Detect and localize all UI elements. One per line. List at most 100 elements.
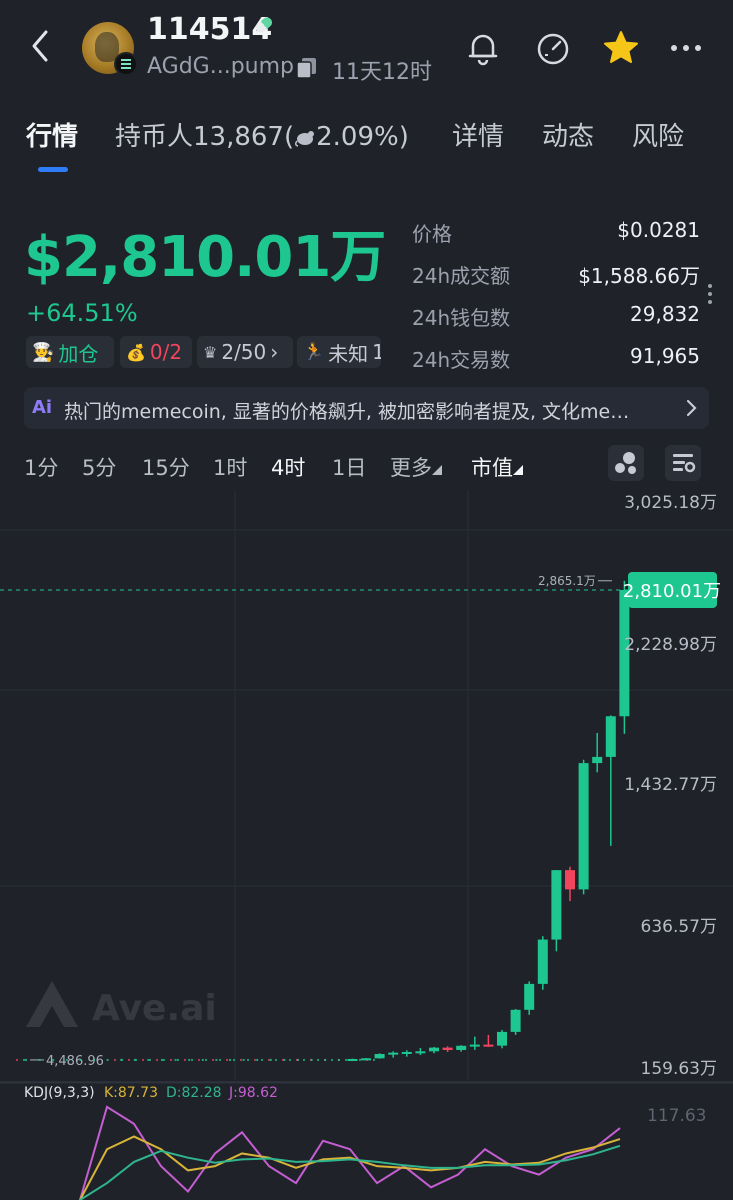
candle-body — [469, 1044, 480, 1047]
tab-risk[interactable]: 风险 — [632, 116, 684, 153]
money-bag-chip[interactable]: 💰 0/2 — [120, 336, 192, 368]
corner-triangle-icon — [513, 465, 523, 475]
token-avatar — [82, 22, 138, 76]
stat-label-volume: 24h成交额 — [412, 264, 511, 288]
rat-icon — [295, 131, 315, 147]
copy-icon[interactable] — [296, 56, 318, 80]
kdj-label: KDJ(9,3,3) — [24, 1085, 95, 1101]
indicator-button[interactable] — [608, 445, 644, 481]
low-dot-down — [240, 1058, 242, 1061]
candle-dot — [215, 1058, 218, 1061]
market-cap-value: $2,810.01万 — [24, 225, 386, 290]
candle-dot — [93, 1058, 95, 1061]
tab-activity[interactable]: 动态 — [542, 116, 594, 153]
low-dot-down — [212, 1058, 214, 1061]
candle-body — [483, 1044, 494, 1047]
kdj-k-value: K:87.73 — [104, 1085, 158, 1101]
chef-icon: 👨‍🍳 — [32, 341, 55, 363]
runner-chip[interactable]: 🏃 未知 1 — [297, 336, 381, 368]
token-address: AGdG...pump — [147, 54, 295, 79]
candle-body — [347, 1058, 358, 1061]
candle-dot — [120, 1058, 123, 1061]
more-icon[interactable] — [666, 28, 706, 68]
low-dot-up — [177, 1058, 179, 1061]
y-axis-label: 159.63万 — [641, 1059, 717, 1079]
low-dot-up — [359, 1058, 361, 1061]
candle-body — [537, 939, 548, 984]
kdj-panel — [79, 1105, 621, 1200]
token-age: 11天12时 — [332, 60, 432, 85]
stat-value-trades: 91,965 — [630, 344, 700, 368]
gauge-icon[interactable] — [533, 28, 573, 68]
ai-summary-text: 热门的memecoin, 显著的价格飙升, 被加密影响者提及, 文化me… — [64, 401, 630, 423]
star-icon[interactable] — [601, 28, 641, 68]
stat-label-wallets: 24h钱包数 — [412, 306, 511, 330]
candle-dot — [161, 1058, 163, 1061]
candle-body — [497, 1031, 507, 1046]
tab-market[interactable]: 行情 — [26, 116, 78, 153]
candle-dot — [256, 1058, 259, 1061]
interval-15m[interactable]: 15分 — [142, 452, 190, 482]
candle-dot — [25, 1058, 27, 1061]
add-position-chip[interactable]: 👨‍🍳 加仓 — [26, 336, 114, 368]
kdj-d-value: D:82.28 — [166, 1085, 222, 1101]
candle-dot — [79, 1058, 82, 1061]
price-change: +64.51% — [26, 299, 138, 327]
bubbles-icon — [615, 452, 636, 474]
low-dot-up — [219, 1058, 221, 1061]
low-dot-up — [23, 1058, 25, 1061]
low-dot-down — [128, 1058, 130, 1061]
crown-icon: ♛ — [203, 342, 218, 362]
candle-dot — [38, 1058, 41, 1061]
candle-dot — [201, 1058, 204, 1061]
add-position-label: 加仓 — [58, 341, 99, 366]
chart-settings-button[interactable] — [665, 445, 701, 481]
tab-details[interactable]: 详情 — [452, 116, 504, 153]
interval-1h[interactable]: 1时 — [213, 452, 247, 482]
low-dot-up — [205, 1058, 207, 1061]
low-marker-text: 4,486.96 — [46, 1054, 104, 1069]
low-dot-down — [198, 1058, 200, 1061]
stat-value-price: $0.0281 — [617, 218, 700, 242]
watermark-text: Ave.ai — [92, 988, 217, 1029]
metric-select[interactable]: 市值 — [471, 452, 523, 482]
interval-more[interactable]: 更多 — [390, 452, 442, 482]
vertical-dots-icon[interactable] — [707, 283, 713, 305]
metric-select-label: 市值 — [471, 456, 513, 480]
chart-markers: 2,810.01万 2,865.1万 — [0, 571, 721, 608]
low-dot-up — [317, 1058, 319, 1061]
interval-5m[interactable]: 5分 — [82, 452, 116, 482]
low-dot-up — [233, 1058, 235, 1061]
candle-body — [388, 1052, 399, 1055]
low-dot-up — [163, 1058, 165, 1061]
low-dot-down — [16, 1058, 18, 1061]
candle-dot — [242, 1058, 245, 1061]
corner-triangle-icon — [432, 465, 442, 475]
ai-summary-banner[interactable]: Ai 热门的memecoin, 显著的价格飙升, 被加密影响者提及, 文化me… — [24, 387, 709, 429]
back-icon[interactable] — [26, 26, 56, 66]
low-value-line: 4,486.96 — [16, 1050, 375, 1069]
kdj-axis-label: 117.63 — [647, 1106, 707, 1126]
y-axis-label: 2,228.98万 — [624, 635, 717, 655]
interval-4h[interactable]: 4时 — [271, 452, 305, 482]
tab-holders[interactable]: 持币人13,867(2.09%) — [115, 116, 409, 153]
chevron-right-icon: › — [270, 340, 279, 364]
candle-body — [374, 1053, 385, 1059]
interval-1d[interactable]: 1日 — [332, 452, 366, 482]
candle-body — [510, 1009, 521, 1032]
y-axis-label: 3,025.18万 — [624, 493, 717, 513]
stat-value-volume: $1,588.66万 — [578, 264, 700, 288]
bell-icon[interactable] — [463, 28, 503, 68]
low-dot-down — [170, 1058, 172, 1061]
runner-icon: 🏃 — [303, 342, 325, 362]
high-marker-text: 2,865.1万 — [538, 574, 596, 588]
interval-1m[interactable]: 1分 — [24, 452, 58, 482]
kdj-d-line — [79, 1144, 621, 1200]
crown-chip[interactable]: ♛ 2/50 › — [197, 336, 293, 368]
ai-icon: Ai — [32, 397, 53, 418]
candle-dot — [147, 1058, 150, 1061]
candle-dot — [52, 1058, 55, 1061]
tab-holders-pct: 2.09%) — [316, 122, 409, 152]
low-dot-up — [275, 1058, 277, 1061]
candle-dot — [310, 1058, 313, 1061]
